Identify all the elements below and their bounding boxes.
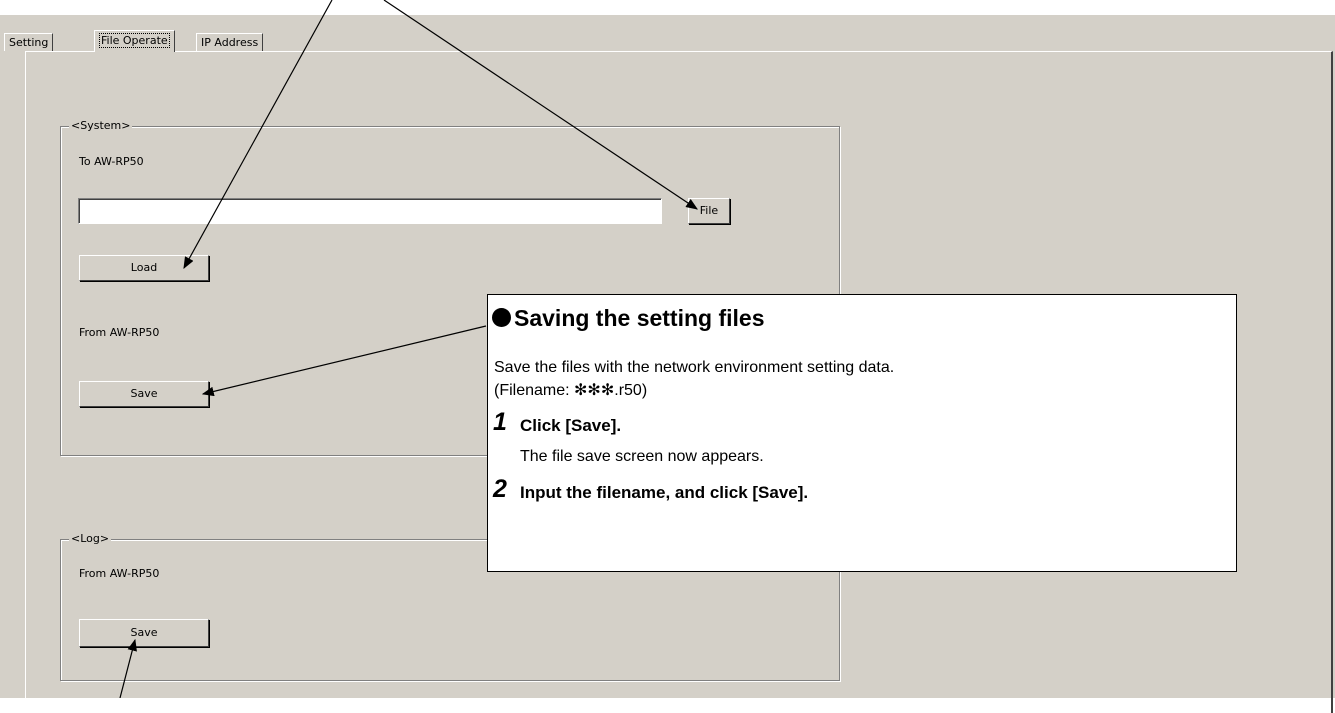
callout-title-text: Saving the setting files — [514, 305, 765, 331]
tab-file-operate-label: File Operate — [99, 33, 170, 48]
step-2-number: 2 — [493, 475, 507, 503]
system-group-legend: <System> — [69, 119, 133, 132]
log-save-button[interactable]: Save — [79, 619, 209, 647]
callout-title: Saving the setting files — [492, 305, 765, 332]
to-aw-rp50-label: To AW-RP50 — [79, 155, 144, 168]
step-1-number: 1 — [493, 408, 507, 436]
log-from-aw-rp50-label: From AW-RP50 — [79, 567, 160, 580]
step-1-text: Click [Save]. — [520, 416, 622, 435]
saving-files-callout: Saving the setting files Save the files … — [487, 294, 1237, 572]
tab-ip-address[interactable]: IP Address — [196, 33, 264, 51]
bullet-icon — [492, 308, 511, 327]
file-path-input[interactable] — [78, 198, 662, 224]
file-button[interactable]: File — [688, 198, 730, 224]
callout-filename: (Filename: ✻✻✻.r50) — [494, 382, 648, 399]
load-button[interactable]: Load — [79, 255, 209, 281]
tab-setting[interactable]: Setting — [4, 33, 54, 51]
tab-file-operate[interactable]: File Operate — [94, 30, 175, 52]
from-aw-rp50-label: From AW-RP50 — [79, 326, 160, 339]
log-group-legend: <Log> — [69, 532, 112, 545]
step-2-text: Input the filename, and click [Save]. — [520, 483, 809, 502]
step-1-detail: The file save screen now appears. — [520, 448, 764, 465]
callout-description: Save the files with the network environm… — [494, 359, 895, 376]
system-save-button[interactable]: Save — [79, 381, 209, 407]
